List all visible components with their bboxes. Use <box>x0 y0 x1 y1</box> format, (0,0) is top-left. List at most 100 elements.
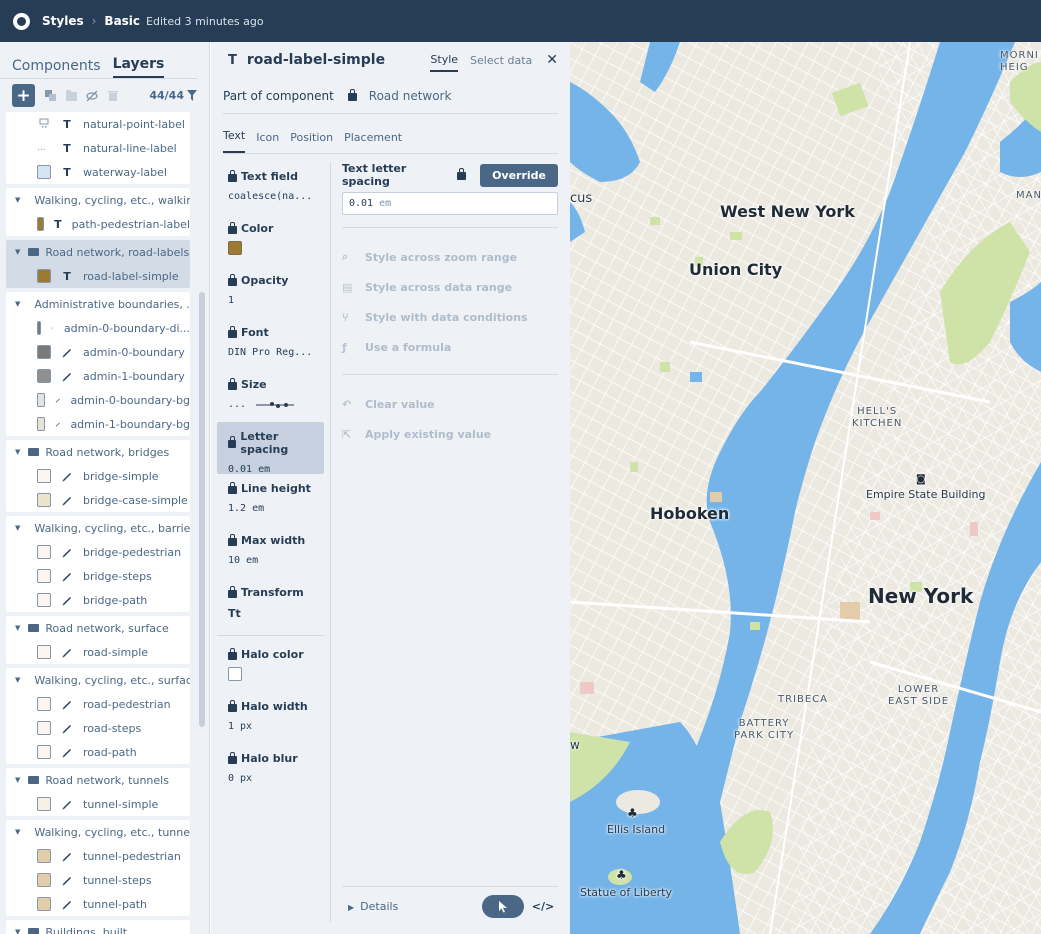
letter-spacing-input[interactable]: 0.01 em <box>342 192 558 215</box>
hide-icon[interactable] <box>85 89 99 103</box>
layer-row[interactable]: admin-1-boundary <box>6 364 190 388</box>
prop-letter-spacing[interactable]: Letter spacing 0.01 em <box>217 422 324 475</box>
layer-row[interactable]: bridge-case-simple <box>6 488 190 512</box>
layer-group-header[interactable]: ▼ Road network, bridges <box>6 440 190 464</box>
mapbox-logo-icon[interactable] <box>13 12 30 30</box>
layer-swatch[interactable] <box>37 593 51 607</box>
tab-text[interactable]: Text <box>223 129 246 153</box>
tab-style[interactable]: Style <box>430 49 459 72</box>
prop-halo-color[interactable]: Halo color <box>217 640 324 692</box>
layer-row[interactable]: bridge-pedestrian <box>6 540 190 564</box>
layer-row[interactable]: tunnel-simple <box>6 792 190 816</box>
layer-row[interactable]: bridge-path <box>6 588 190 612</box>
tab-placement[interactable]: Placement <box>344 131 413 153</box>
layer-count[interactable]: 44/44 <box>149 89 197 102</box>
layer-swatch[interactable] <box>37 897 51 911</box>
layer-row[interactable]: tunnel-steps <box>6 868 190 892</box>
layer-swatch[interactable] <box>37 745 51 759</box>
tab-position[interactable]: Position <box>290 131 344 153</box>
layer-group-header[interactable]: ▼ Road network, road-labels <box>6 240 190 264</box>
prop-line-height[interactable]: Line height 1.2 em <box>217 474 324 526</box>
override-button[interactable]: Override <box>480 163 558 187</box>
prop-max-width[interactable]: Max width 10 em <box>217 526 324 578</box>
prop-size[interactable]: Size ... <box>217 370 324 422</box>
option-zoom-range[interactable]: ⌕ Style across zoom range <box>342 242 558 272</box>
caret-down-icon[interactable]: ▼ <box>15 676 20 684</box>
tab-icon[interactable]: Icon <box>256 131 290 153</box>
layer-swatch[interactable] <box>37 645 51 659</box>
layer-swatch[interactable] <box>37 545 51 559</box>
layer-row[interactable]: admin-1-boundary-bg <box>6 412 190 436</box>
breadcrumb-style-name[interactable]: Basic <box>104 14 140 28</box>
caret-down-icon[interactable]: ▼ <box>15 300 20 308</box>
layer-row[interactable]: Troad-label-simple <box>6 264 190 288</box>
layer-row[interactable]: ... T natural-line-label <box>6 136 190 160</box>
add-layer-button[interactable]: + <box>12 84 35 107</box>
layer-row[interactable]: admin-0-boundary-bg <box>6 388 190 412</box>
layer-row[interactable]: T natural-point-label <box>6 112 190 136</box>
prop-text-field[interactable]: Text field coalesce(na... <box>217 162 324 214</box>
layer-group-header[interactable]: ▼ Buildings, built <box>6 920 190 934</box>
option-apply-existing[interactable]: ⇱ Apply existing value <box>342 419 558 449</box>
layer-swatch[interactable] <box>37 569 51 583</box>
caret-down-icon[interactable]: ▼ <box>15 624 20 632</box>
layer-row[interactable]: admin-0-boundary <box>6 340 190 364</box>
caret-down-icon[interactable]: ▼ <box>15 828 20 836</box>
layer-row[interactable]: bridge-simple <box>6 464 190 488</box>
layer-row[interactable]: road-pedestrian <box>6 692 190 716</box>
layer-title[interactable]: road-label-simple <box>247 52 385 68</box>
color-swatch[interactable] <box>228 667 242 681</box>
layer-row[interactable]: road-steps <box>6 716 190 740</box>
layer-swatch[interactable] <box>37 849 51 863</box>
caret-down-icon[interactable]: ▼ <box>15 248 20 256</box>
layer-swatch[interactable] <box>37 345 51 359</box>
layer-group-header[interactable]: ▼ Walking, cycling, etc., surface <box>6 668 190 692</box>
layer-swatch[interactable] <box>37 417 45 431</box>
layer-group-header[interactable]: ▼ Walking, cycling, etc., walkin... <box>6 188 190 212</box>
map-canvas[interactable]: West New York Union City Hoboken New Yor… <box>570 42 1041 934</box>
option-data-conditions[interactable]: ⑂ Style with data conditions <box>342 302 558 332</box>
layer-row[interactable]: road-path <box>6 740 190 764</box>
layer-row[interactable]: bridge-steps <box>6 564 190 588</box>
layers-scrollbar[interactable] <box>199 292 205 727</box>
layer-swatch[interactable] <box>37 217 45 231</box>
prop-opacity[interactable]: Opacity 1 <box>217 266 324 318</box>
duplicate-icon[interactable] <box>43 89 57 103</box>
option-data-range[interactable]: ▤ Style across data range <box>342 272 558 302</box>
code-icon[interactable]: </> <box>528 900 558 913</box>
layer-group-header[interactable]: ▼ Walking, cycling, etc., tunnels <box>6 820 190 844</box>
group-icon[interactable] <box>64 89 78 103</box>
layer-swatch[interactable] <box>37 369 51 383</box>
layer-row[interactable]: tunnel-pedestrian <box>6 844 190 868</box>
breadcrumb-styles[interactable]: Styles <box>42 14 84 28</box>
layer-swatch[interactable] <box>37 393 45 407</box>
color-swatch[interactable] <box>228 241 242 255</box>
option-formula[interactable]: ƒ Use a formula <box>342 332 558 362</box>
layer-group-header[interactable]: ▼ Walking, cycling, etc., barrier... <box>6 516 190 540</box>
caret-down-icon[interactable]: ▼ <box>15 928 20 934</box>
close-icon[interactable]: ✕ <box>546 52 558 68</box>
layer-swatch[interactable] <box>37 721 51 735</box>
caret-down-icon[interactable]: ▼ <box>15 448 20 456</box>
layer-swatch[interactable] <box>37 269 51 283</box>
prop-color[interactable]: Color <box>217 214 324 266</box>
caret-down-icon[interactable]: ▼ <box>15 776 20 784</box>
trash-icon[interactable] <box>106 89 120 103</box>
layer-row[interactable]: T waterway-label <box>6 160 190 184</box>
layer-row[interactable]: tunnel-path <box>6 892 190 916</box>
component-link[interactable]: Road network <box>369 89 452 103</box>
tab-components[interactable]: Components <box>12 58 101 78</box>
details-toggle[interactable]: ▶ Details <box>342 900 398 913</box>
option-clear-value[interactable]: ↶ Clear value <box>342 389 558 419</box>
select-cursor-button[interactable] <box>482 895 524 918</box>
caret-down-icon[interactable]: ▼ <box>15 524 20 532</box>
layer-row[interactable]: admin-0-boundary-di... <box>6 316 190 340</box>
layer-swatch[interactable] <box>37 697 51 711</box>
layer-swatch[interactable] <box>37 321 42 335</box>
layer-swatch[interactable] <box>37 493 51 507</box>
tab-select-data[interactable]: Select data <box>470 54 532 67</box>
layer-row[interactable]: road-simple <box>6 640 190 664</box>
layer-group-header[interactable]: ▼ Road network, tunnels <box>6 768 190 792</box>
prop-transform[interactable]: Transform Tt <box>217 578 324 636</box>
layer-swatch[interactable] <box>37 469 51 483</box>
